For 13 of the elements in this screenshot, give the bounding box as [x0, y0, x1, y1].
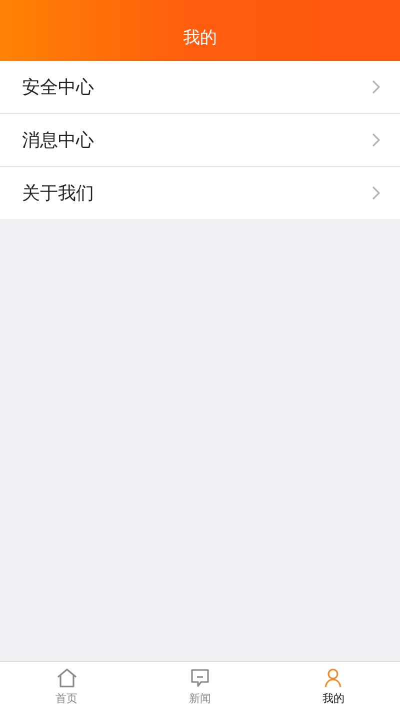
- chevron-right-icon: [372, 186, 380, 200]
- chevron-right-icon: [372, 80, 380, 94]
- menu-item[interactable]: 安全中心: [0, 61, 400, 114]
- tab[interactable]: 我的: [266, 662, 400, 711]
- home-icon: [56, 668, 78, 688]
- user-icon: [324, 668, 342, 688]
- chevron-right-icon: [372, 133, 380, 147]
- tab[interactable]: 新闻: [133, 662, 267, 711]
- page-title: 我的: [183, 27, 217, 49]
- message-icon: [190, 668, 210, 688]
- tab[interactable]: 首页: [0, 662, 134, 711]
- menu-item[interactable]: 关于我们: [0, 167, 400, 219]
- menu-item[interactable]: 消息中心: [0, 114, 400, 167]
